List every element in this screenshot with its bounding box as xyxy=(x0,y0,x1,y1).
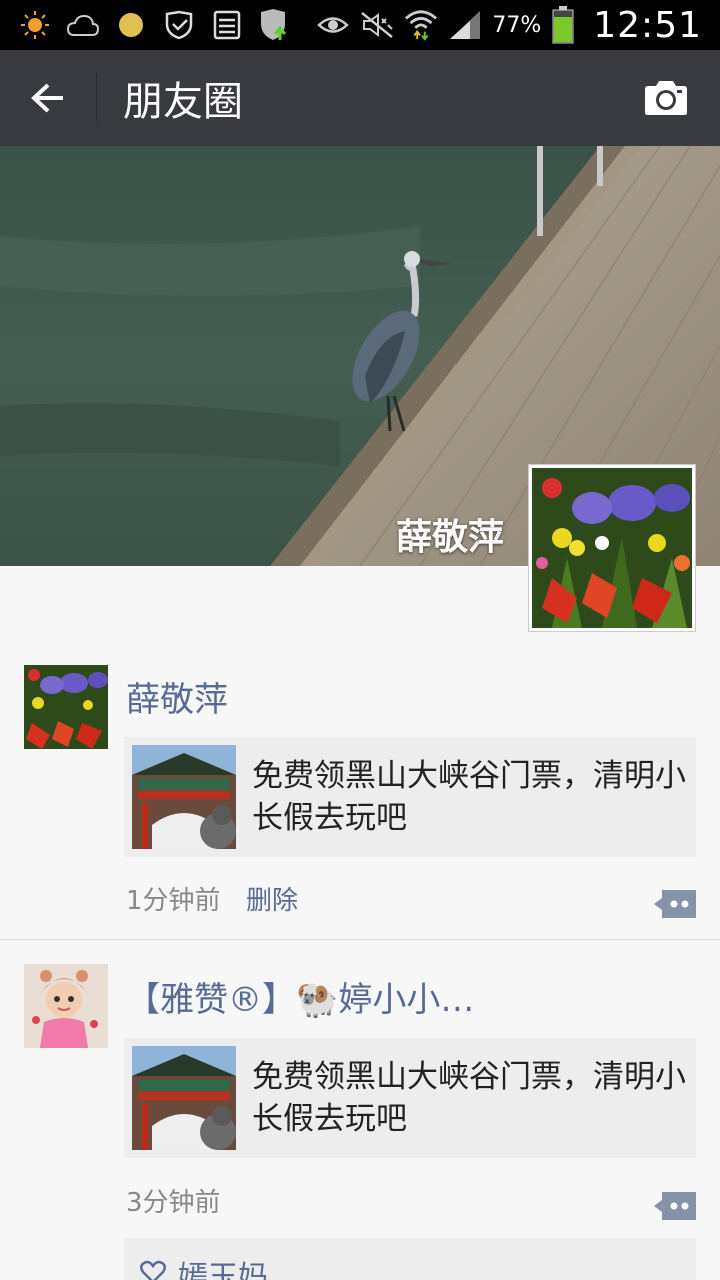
share-card[interactable]: 免费领黑山大峡谷门票，清明小长假去玩吧 xyxy=(124,1038,696,1158)
weather-sun-icon xyxy=(18,8,52,42)
mute-icon xyxy=(360,8,394,42)
eye-icon xyxy=(316,8,350,42)
post-time: 3分钟前 xyxy=(126,1188,221,1218)
share-thumbnail xyxy=(132,745,236,849)
post-time: 1分钟前 xyxy=(126,886,221,916)
back-button[interactable] xyxy=(0,50,96,146)
share-title: 免费领黑山大峡谷门票，清明小长假去玩吧 xyxy=(252,1059,686,1137)
wifi-icon xyxy=(404,8,438,42)
dot-icon xyxy=(114,8,148,42)
heart-icon xyxy=(140,1260,166,1280)
camera-icon xyxy=(645,81,687,115)
app-bar: 朋友圈 xyxy=(0,50,720,146)
share-thumbnail xyxy=(132,1046,236,1150)
arrow-left-icon xyxy=(31,83,63,113)
shield-check-icon xyxy=(162,8,196,42)
battery-percent: 77% xyxy=(492,12,542,38)
cover-user-name: 薛敬萍 xyxy=(395,517,504,558)
profile-avatar[interactable] xyxy=(528,464,696,632)
shield-upload-icon xyxy=(258,8,292,42)
share-title: 免费领黑山大峡谷门票，清明小长假去玩吧 xyxy=(252,758,686,836)
post-avatar[interactable] xyxy=(24,964,108,1048)
app-bar-divider xyxy=(96,74,97,122)
post-author[interactable]: 薛敬萍 xyxy=(126,672,526,721)
likes-box: 嫣玉妈 xyxy=(124,1238,696,1280)
clock: 12:51 xyxy=(593,4,702,46)
share-card[interactable]: 免费领黑山大峡谷门票，清明小长假去玩吧 xyxy=(124,737,696,857)
signal-icon xyxy=(448,8,482,42)
comment-button[interactable] xyxy=(652,890,696,918)
post-author[interactable]: 【雅赞®】🐏婷小小… xyxy=(126,972,526,1021)
status-bar: 77% 12:51 xyxy=(0,0,720,50)
comment-icon xyxy=(654,1192,696,1220)
comment-button[interactable] xyxy=(652,1192,696,1220)
camera-button[interactable] xyxy=(618,50,714,146)
battery-icon xyxy=(551,6,575,44)
page-title: 朋友圈 xyxy=(123,79,243,125)
post-divider xyxy=(0,939,720,940)
delete-link[interactable]: 删除 xyxy=(246,880,298,917)
post-avatar[interactable] xyxy=(24,665,108,749)
comment-icon xyxy=(654,890,696,918)
storage-icon xyxy=(210,8,244,42)
weather-cloud-icon xyxy=(66,8,100,42)
like-user-name[interactable]: 嫣玉妈 xyxy=(178,1252,268,1280)
